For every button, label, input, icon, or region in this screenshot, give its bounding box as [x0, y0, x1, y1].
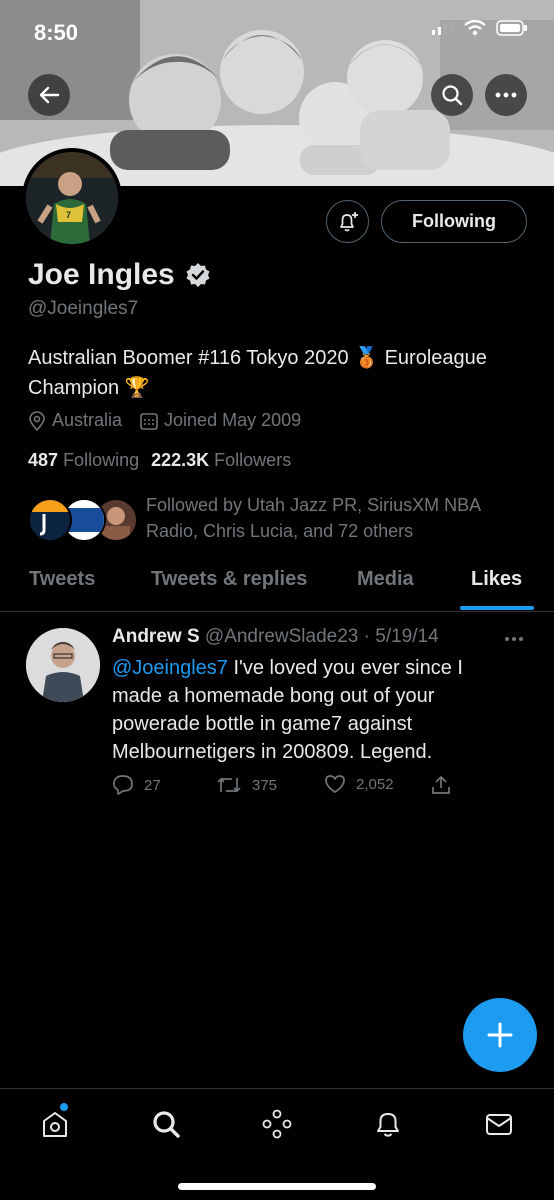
nav-search[interactable]: [149, 1107, 183, 1141]
tweet-author-name[interactable]: Andrew S: [112, 626, 200, 647]
share-button[interactable]: [430, 774, 452, 796]
follower-avatar-1: [28, 498, 72, 542]
tab-tweets[interactable]: Tweets: [29, 568, 95, 591]
bio-line-1: Australian Boomer #116 Tokyo 2020 🥉 Euro…: [28, 347, 487, 369]
battery-icon: [496, 20, 527, 36]
location-text: Australia: [52, 410, 123, 430]
bell-plus-icon: [339, 211, 358, 231]
status-time: 8:50: [34, 20, 79, 45]
nav-spaces[interactable]: [260, 1107, 294, 1141]
reply-button[interactable]: 27: [112, 774, 161, 796]
following-label: Following: [63, 450, 140, 470]
more-options-button[interactable]: [485, 74, 527, 116]
reply-count: 27: [144, 776, 161, 794]
back-arrow-icon: [39, 86, 60, 104]
reply-icon: [113, 775, 133, 795]
utah-jazz-logo-icon: [30, 500, 70, 540]
active-tab-indicator: [460, 606, 534, 610]
profile-bio: Australian Boomer #116 Tokyo 2020 🥉 Euro…: [28, 343, 538, 403]
tweet-author-avatar[interactable]: [26, 628, 100, 702]
followed-by-section[interactable]: Followed by Utah Jazz PR, SiriusXM NBA R…: [28, 492, 538, 548]
tweet-more-button[interactable]: [504, 622, 524, 648]
search-icon: [442, 85, 463, 106]
notifications-toggle-button[interactable]: [326, 200, 369, 243]
home-notification-dot: [60, 1103, 68, 1111]
tweet-header: Andrew S @AndrewSlade23 · 5/19/14: [112, 626, 439, 648]
retweet-icon: [217, 778, 241, 792]
retweet-button[interactable]: 375: [216, 774, 277, 796]
tab-tweets-replies[interactable]: Tweets & replies: [151, 568, 307, 591]
follow-counts: 487 Following 222.3K Followers: [28, 450, 291, 471]
followers-label: Followers: [214, 450, 292, 470]
compose-plus-icon: [487, 1022, 513, 1048]
svg-text:7: 7: [66, 210, 71, 220]
home-indicator-bar[interactable]: [178, 1183, 376, 1190]
profile-avatar[interactable]: 7: [22, 148, 122, 248]
home-icon: [43, 1112, 67, 1137]
status-bar: 8:50: [0, 0, 554, 60]
tweet-text: @Joeingles7 I've loved you ever since I …: [112, 654, 522, 766]
avatar-photo: 7: [26, 152, 118, 244]
like-icon: [325, 775, 345, 793]
like-count: 2,052: [356, 775, 394, 793]
following-count-link[interactable]: 487 Following: [28, 450, 139, 471]
joined-text: Joined May 2009: [164, 410, 302, 430]
tweet-text-line-3: powerade bottle in game7 against: [112, 713, 413, 735]
profile-name: Joe Ingles: [28, 258, 175, 291]
tweet-mention[interactable]: @Joeingles7: [112, 657, 228, 679]
nav-notifications[interactable]: [371, 1107, 405, 1141]
following-button[interactable]: Following: [381, 200, 527, 243]
tweet-author-handle[interactable]: @AndrewSlade23: [205, 626, 358, 647]
profile-handle: @Joeingles7: [28, 298, 139, 319]
followed-by-text: Followed by Utah Jazz PR, SiriusXM NBA R…: [146, 492, 526, 544]
compose-tweet-button[interactable]: [463, 998, 537, 1072]
share-icon: [432, 776, 450, 794]
retweet-count: 375: [252, 776, 278, 794]
like-button[interactable]: 2,052: [324, 774, 394, 794]
bottom-navigation: [0, 1088, 554, 1200]
notifications-icon: [377, 1113, 399, 1137]
search-button[interactable]: [431, 74, 473, 116]
messages-icon: [486, 1114, 512, 1135]
followed-by-line-1: Followed by Utah Jazz PR, SiriusXM NBA: [146, 495, 482, 515]
profile-meta: Australia Joined May 2009: [28, 410, 301, 431]
calendar-icon: [140, 412, 158, 430]
tweet-text-line-4: Melbournetigers in 200809. Legend.: [112, 741, 433, 763]
bio-line-2: Champion 🏆: [28, 377, 150, 399]
tweet-card[interactable]: Andrew S @AndrewSlade23 · 5/19/14 @Joein…: [0, 612, 554, 812]
location-icon: [29, 410, 45, 431]
status-icons: [432, 20, 528, 36]
verified-icon: [186, 263, 210, 287]
tweet-actions: 27 375 2,052: [112, 774, 472, 800]
tweet-text-line-2: made a homemade bong out of your: [112, 685, 435, 707]
search-icon: [153, 1111, 180, 1138]
joined-item: Joined May 2009: [140, 410, 301, 431]
followers-count: 222.3K: [151, 450, 210, 470]
author-photo: [26, 628, 100, 702]
cellular-signal-icon: [432, 21, 453, 35]
profile-tabs: Tweets Tweets & replies Media Likes: [0, 556, 554, 612]
more-icon: [495, 92, 517, 98]
tweet-date: · 5/19/14: [363, 626, 439, 647]
profile-name-row: Joe Ingles: [28, 258, 211, 292]
nav-messages[interactable]: [482, 1107, 516, 1141]
back-button[interactable]: [28, 74, 70, 116]
location-item: Australia: [28, 410, 122, 431]
following-count: 487: [28, 450, 59, 470]
followed-by-line-2: Radio, Chris Lucia, and 72 others: [146, 521, 414, 541]
tab-media[interactable]: Media: [357, 568, 414, 591]
more-icon: [505, 637, 523, 641]
tweet-text-line-1: I've loved you ever since I: [227, 657, 463, 679]
wifi-icon: [464, 20, 486, 36]
nav-home[interactable]: [38, 1107, 72, 1141]
followers-count-link[interactable]: 222.3K Followers: [151, 450, 291, 471]
tab-likes[interactable]: Likes: [471, 568, 522, 591]
spaces-icon: [262, 1109, 292, 1139]
